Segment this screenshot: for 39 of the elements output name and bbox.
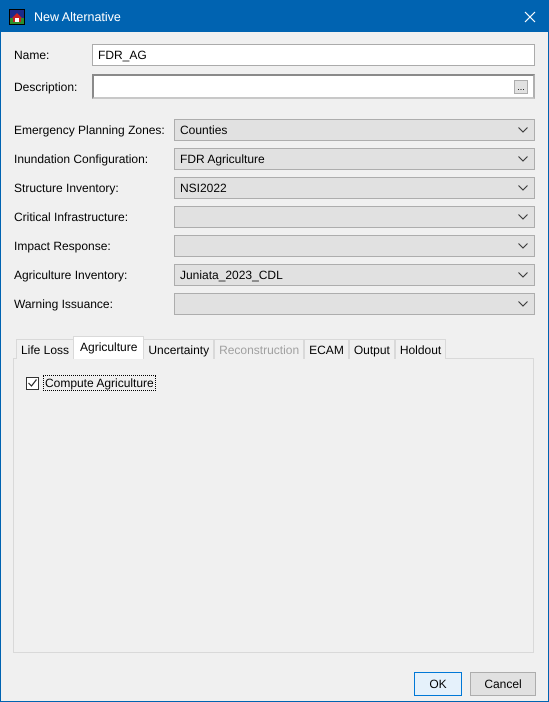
tab[interactable]: ECAM [304, 339, 349, 359]
window-title: New Alternative [34, 10, 122, 24]
dropdown[interactable]: NSI2022 [174, 177, 535, 199]
field-label: Impact Response: [13, 239, 112, 253]
field-label: Critical Infrastructure: [13, 210, 130, 224]
dropdown[interactable]: Counties [174, 119, 535, 141]
name-field[interactable]: FDR_AG [92, 44, 535, 66]
field-label: Description: [13, 80, 78, 94]
dropdown[interactable] [174, 206, 535, 228]
chevron-down-icon [518, 272, 528, 278]
tab[interactable]: Life Loss [16, 339, 74, 359]
field-label: Emergency Planning Zones: [13, 123, 166, 137]
tab[interactable]: Agriculture [73, 336, 144, 359]
chevron-down-icon [518, 156, 528, 162]
chevron-down-icon [518, 214, 528, 220]
field-label: Warning Issuance: [13, 297, 114, 311]
browse-button[interactable]: ... [514, 80, 528, 94]
dropdown[interactable] [174, 235, 535, 257]
tab[interactable]: Uncertainty [143, 339, 214, 359]
chevron-down-icon [518, 301, 528, 307]
house-icon [9, 8, 25, 24]
close-icon[interactable] [524, 10, 536, 22]
field-label: Structure Inventory: [13, 181, 120, 195]
description-field[interactable]: ... [92, 74, 535, 99]
dropdown[interactable]: FDR Agriculture [174, 148, 535, 170]
field-label: Inundation Configuration: [13, 152, 150, 166]
chevron-down-icon [518, 127, 528, 133]
dropdown[interactable] [174, 293, 535, 315]
cancel-button[interactable]: Cancel [470, 672, 536, 696]
checkbox[interactable] [26, 376, 39, 390]
checkbox-label: Compute Agriculture [43, 375, 156, 391]
field-label: Name: [13, 48, 50, 62]
chevron-down-icon [518, 185, 528, 191]
dropdown[interactable]: Juniata_2023_CDL [174, 264, 535, 286]
field-label: Agriculture Inventory: [13, 268, 128, 282]
tab[interactable]: Output [348, 339, 395, 359]
ok-button[interactable]: OK [414, 672, 462, 696]
tab[interactable]: Holdout [394, 339, 446, 359]
chevron-down-icon [518, 243, 528, 249]
